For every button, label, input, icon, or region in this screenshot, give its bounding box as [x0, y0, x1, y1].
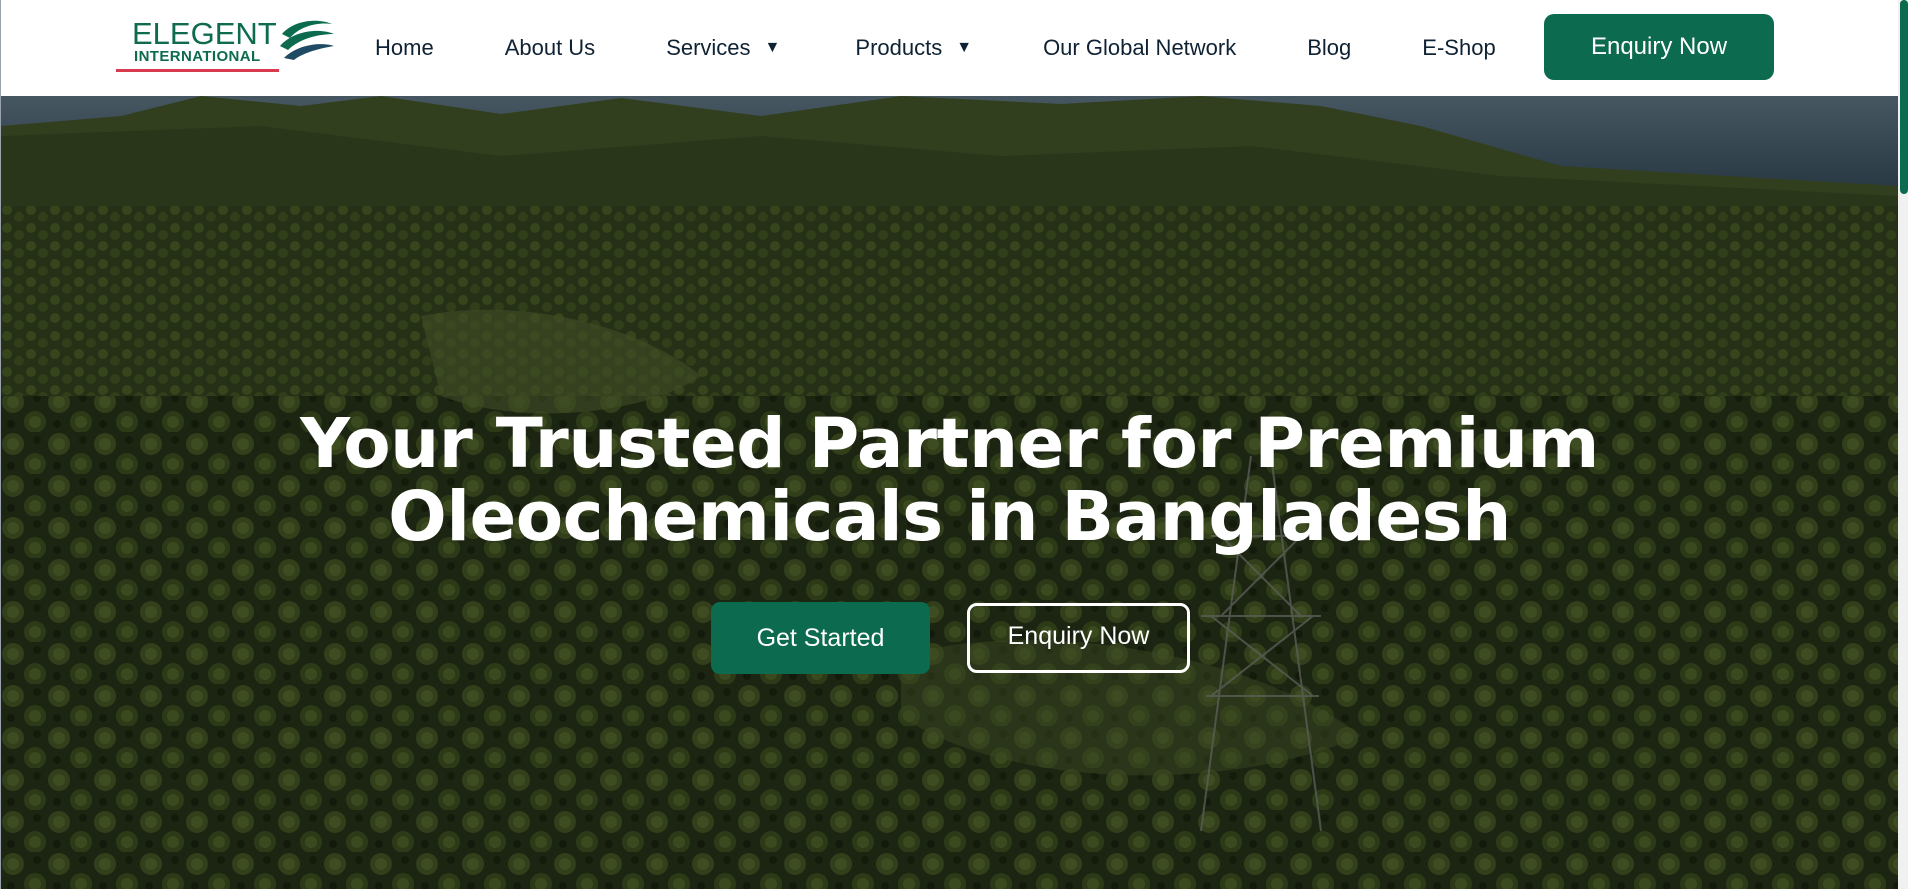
page: ELEGENT INTERNATIONAL Home About Us Serv… — [0, 0, 1908, 889]
nav-item-products[interactable]: Products ▼ — [855, 35, 972, 61]
page-scrollbar[interactable] — [1898, 0, 1908, 889]
main-nav: Home About Us Services ▼ Products ▼ Our … — [375, 0, 1496, 96]
get-started-button[interactable]: Get Started — [711, 602, 930, 674]
hero-section: Your Trusted Partner for Premium Oleoche… — [1, 96, 1898, 889]
scrollbar-thumb[interactable] — [1900, 0, 1908, 194]
nav-item-home[interactable]: Home — [375, 35, 434, 61]
navbar: ELEGENT INTERNATIONAL Home About Us Serv… — [1, 0, 1898, 96]
nav-item-label: E-Shop — [1422, 35, 1496, 60]
nav-item-e-shop[interactable]: E-Shop — [1422, 35, 1495, 61]
logo-underline — [116, 69, 279, 72]
nav-item-label: About Us — [504, 35, 596, 60]
logo-waves-icon — [280, 20, 334, 60]
chevron-down-icon: ▼ — [956, 39, 973, 56]
logo[interactable]: ELEGENT INTERNATIONAL — [114, 14, 334, 76]
nav-item-blog[interactable]: Blog — [1307, 35, 1351, 61]
hero-title: Your Trusted Partner for Premium Oleoche… — [1, 408, 1898, 554]
hero-title-line-1: Your Trusted Partner for Premium — [300, 404, 1599, 484]
enquiry-now-nav-button[interactable]: Enquiry Now — [1544, 14, 1774, 80]
logo-subtitle: INTERNATIONAL — [134, 48, 261, 65]
nav-item-global-network[interactable]: Our Global Network — [1043, 35, 1236, 61]
nav-item-about-us[interactable]: About Us — [505, 35, 596, 61]
chevron-down-icon: ▼ — [764, 39, 781, 56]
enquiry-now-hero-button[interactable]: Enquiry Now — [967, 603, 1190, 673]
logo-wordmark: ELEGENT — [132, 16, 277, 51]
nav-item-label: Home — [375, 35, 434, 60]
nav-item-services[interactable]: Services ▼ — [666, 35, 780, 61]
nav-item-label: Blog — [1307, 35, 1352, 60]
nav-item-label: Our Global Network — [1043, 35, 1237, 60]
nav-item-label: Products — [855, 35, 943, 60]
hero-title-line-2: Oleochemicals in Bangladesh — [388, 477, 1511, 557]
nav-item-label: Services — [666, 35, 751, 60]
